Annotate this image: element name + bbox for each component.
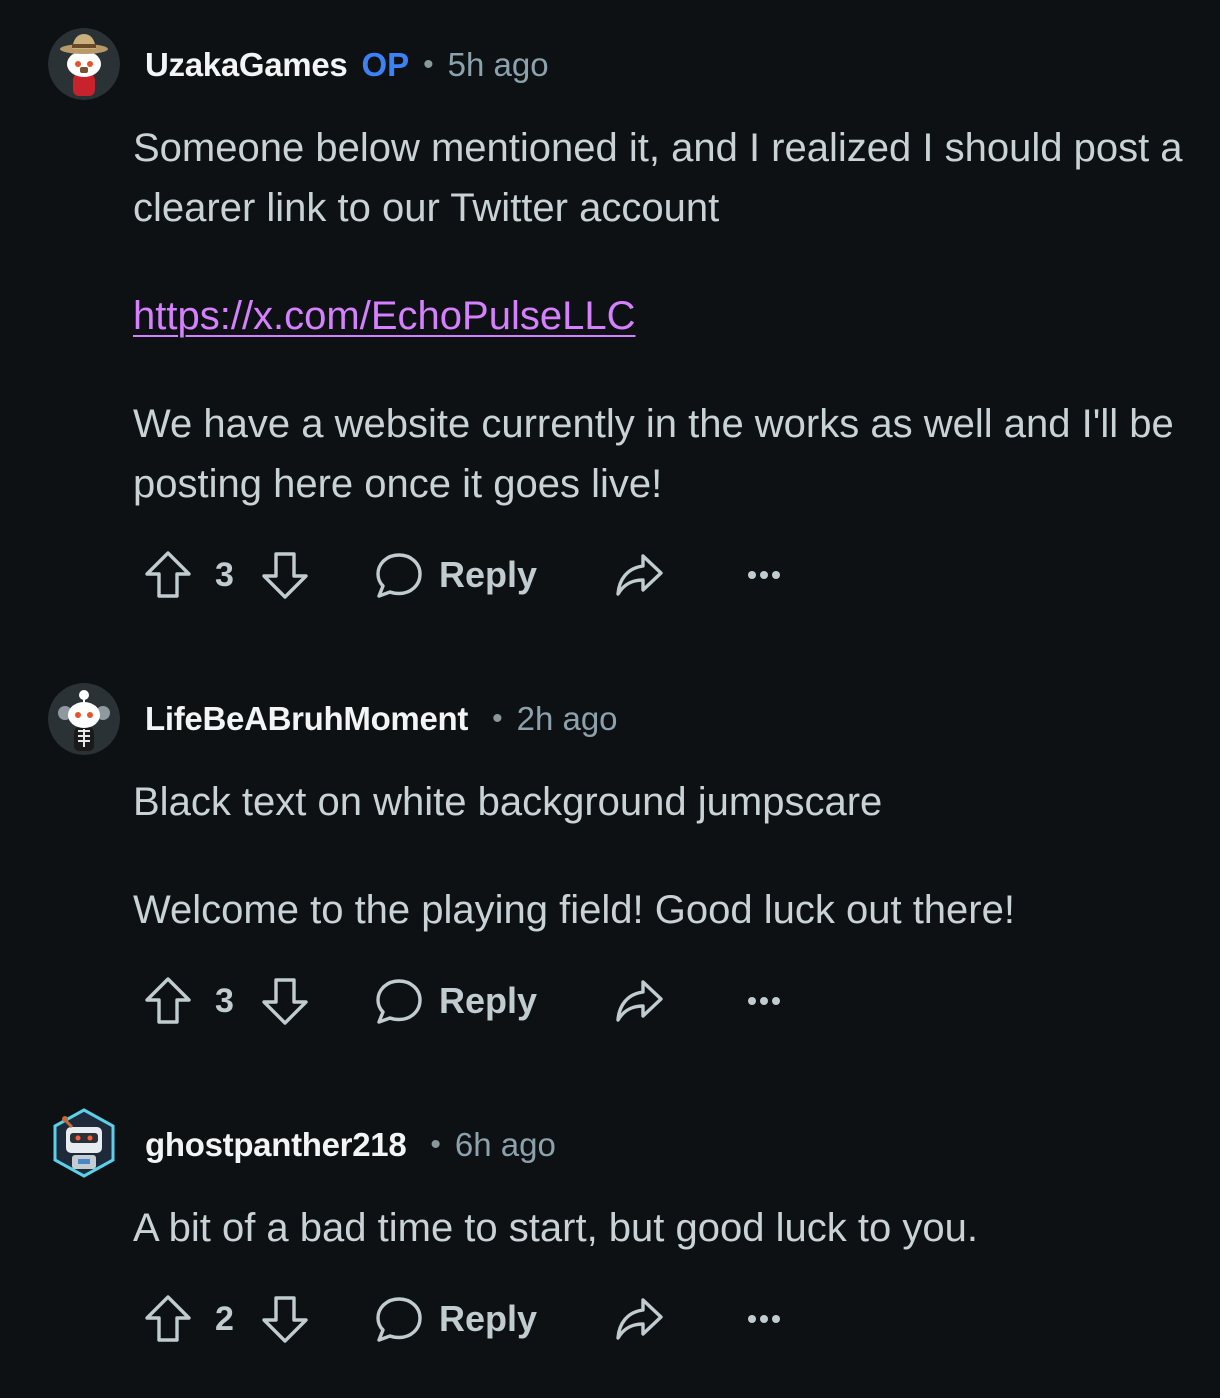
snoo-avatar-icon (48, 683, 120, 755)
ellipsis-icon (748, 1315, 780, 1323)
speech-bubble-icon (376, 1297, 422, 1342)
op-badge: OP (361, 46, 410, 83)
speech-bubble-icon (376, 553, 422, 598)
more-options-button[interactable] (746, 545, 782, 605)
downvote-arrow-icon (262, 978, 308, 1025)
upvote-arrow-icon (145, 1295, 191, 1342)
comment-text: Someone below mentioned it, and I realiz… (133, 126, 1183, 230)
upvote-arrow-icon (145, 551, 191, 598)
downvote-arrow-icon (262, 552, 308, 599)
vote-score: 2 (215, 1289, 234, 1349)
more-options-button[interactable] (746, 1289, 782, 1349)
username[interactable]: ghostpanther218 (145, 1126, 407, 1164)
robot-avatar-icon (53, 1108, 115, 1178)
share-arrow-icon (616, 1298, 663, 1340)
downvote-button[interactable] (257, 1289, 313, 1349)
snoo-avatar-icon (48, 28, 120, 100)
share-button[interactable] (612, 971, 666, 1031)
timestamp: 6h ago (454, 1126, 556, 1163)
downvote-button[interactable] (257, 545, 313, 605)
external-link[interactable]: https://x.com/EchoPulseLLC (133, 294, 635, 338)
comment-text: Welcome to the playing field! Good luck … (133, 888, 1015, 932)
vote-score: 3 (215, 545, 234, 605)
reply-label: Reply (439, 1298, 538, 1339)
upvote-button[interactable] (140, 1289, 196, 1349)
vote-count: 2 (215, 1299, 234, 1338)
comment-action-bar: 2 Reply (140, 1289, 840, 1349)
vote-count: 3 (215, 555, 234, 594)
user-avatar[interactable] (48, 683, 120, 755)
speech-bubble-icon (376, 979, 422, 1024)
user-avatar[interactable] (48, 28, 120, 100)
reply-button[interactable]: Reply (373, 1289, 537, 1349)
username[interactable]: UzakaGames (145, 46, 348, 84)
reply-button[interactable]: Reply (373, 545, 537, 605)
separator-dot: • (430, 1128, 441, 1161)
comment-body: Someone below mentioned it, and I realiz… (133, 118, 1183, 514)
timestamp: 5h ago (447, 46, 549, 83)
downvote-button[interactable] (257, 971, 313, 1031)
ellipsis-icon (748, 997, 780, 1005)
separator-dot: • (423, 48, 434, 81)
timestamp: 2h ago (516, 700, 618, 737)
upvote-arrow-icon (145, 977, 191, 1024)
reply-label: Reply (439, 980, 538, 1021)
share-arrow-icon (616, 554, 663, 596)
comment-meta: UzakaGames OP • 5h ago (145, 45, 549, 85)
share-button[interactable] (612, 545, 666, 605)
username[interactable]: LifeBeABruhMoment (145, 700, 468, 738)
user-avatar[interactable] (48, 1107, 120, 1179)
comment-body: A bit of a bad time to start, but good l… (133, 1198, 1183, 1258)
downvote-arrow-icon (262, 1296, 308, 1343)
upvote-button[interactable] (140, 545, 196, 605)
upvote-button[interactable] (140, 971, 196, 1031)
comment-text: Black text on white background jumpscare (133, 780, 883, 824)
separator-dot: • (492, 702, 503, 735)
comment-text: We have a website currently in the works… (133, 402, 1174, 506)
vote-score: 3 (215, 971, 234, 1031)
comment-text: A bit of a bad time to start, but good l… (133, 1206, 978, 1250)
comment-meta: LifeBeABruhMoment • 2h ago (145, 699, 618, 739)
comment-meta: ghostpanther218 • 6h ago (145, 1125, 556, 1165)
comment-action-bar: 3 Reply (140, 971, 840, 1031)
reply-button[interactable]: Reply (373, 971, 537, 1031)
reply-label: Reply (439, 554, 538, 595)
vote-count: 3 (215, 981, 234, 1020)
comment-body: Black text on white background jumpscare… (133, 772, 1183, 940)
comment-action-bar: 3 Reply (140, 545, 840, 605)
ellipsis-icon (748, 571, 780, 579)
share-arrow-icon (616, 980, 663, 1022)
more-options-button[interactable] (746, 971, 782, 1031)
share-button[interactable] (612, 1289, 666, 1349)
